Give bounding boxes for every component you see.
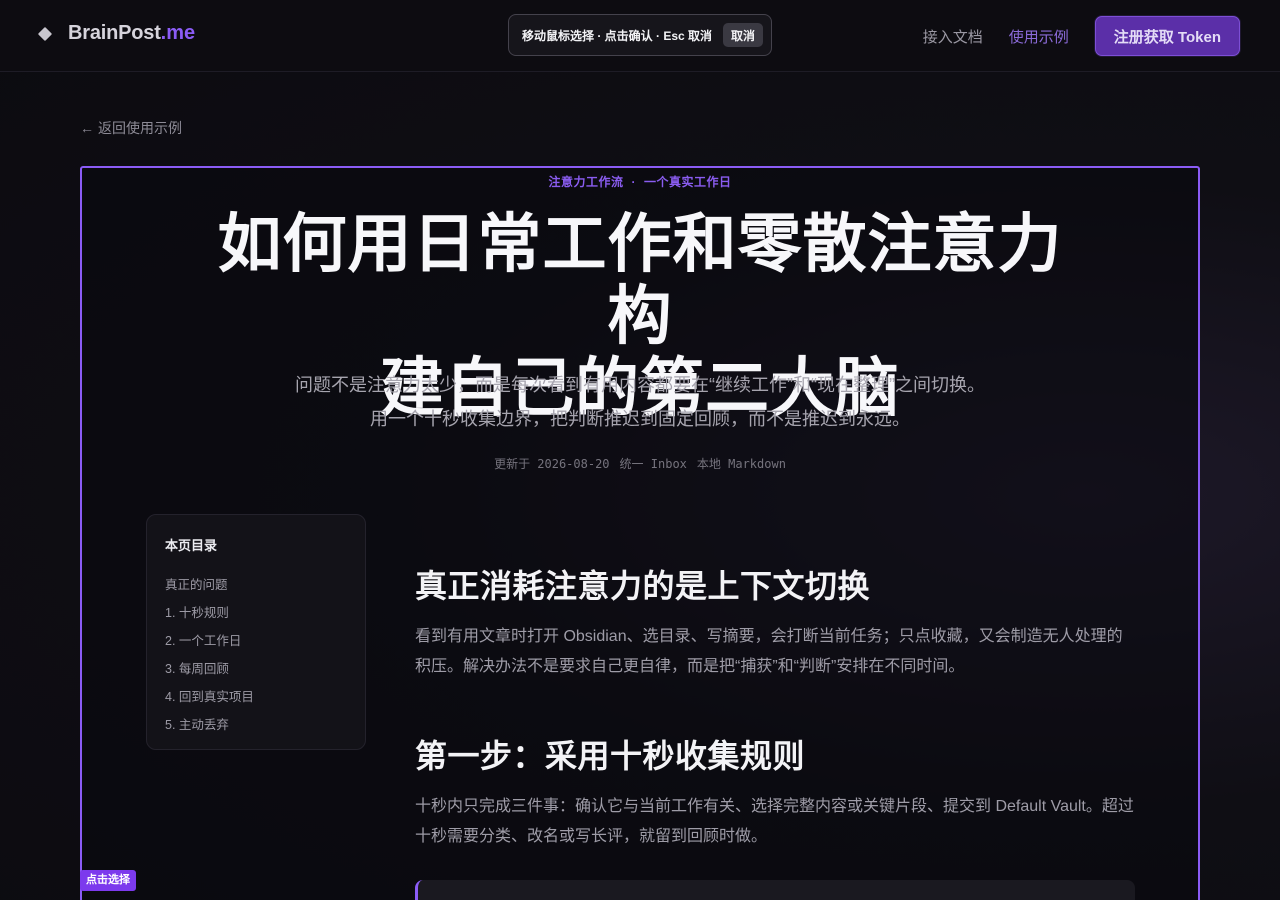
nav-link-docs[interactable]: 接入文档	[923, 26, 983, 47]
callout-block	[415, 880, 1135, 900]
toc-item-discard[interactable]: 5. 主动丢弃	[165, 711, 347, 739]
toc-title: 本页目录	[165, 538, 218, 553]
subtitle-line-2: 用一个十秒收集边界，把判断推迟到固定回顾，而不是推迟到永远。	[370, 409, 910, 429]
section-paragraph: 看到有用文章时打开 Obsidian、选目录、写摘要，会打断当前任务；只点收藏，…	[415, 628, 1123, 675]
kicker-context: 一个真实工作日	[644, 175, 732, 189]
title-line-1: 如何用日常工作和零散注意力构	[217, 208, 1063, 352]
section-heading: 真正消耗注意力的是上下文切换	[415, 568, 871, 604]
article-body: 真正消耗注意力的是上下文切换 看到有用文章时打开 Obsidian、选目录、写摘…	[415, 564, 1135, 852]
meta-inbox: 统一 Inbox	[619, 457, 687, 471]
toc-item-weekly-review[interactable]: 3. 每周回顾	[165, 655, 347, 683]
picker-instructions: 移动鼠标选择 · 点击确认 · Esc 取消	[522, 28, 713, 43]
nav-link-examples[interactable]: 使用示例	[1009, 26, 1069, 47]
brand-name: BrainPost	[68, 22, 161, 44]
arrow-left-icon: ←	[80, 120, 94, 136]
section-context-switching: 真正消耗注意力的是上下文切换 看到有用文章时打开 Obsidian、选目录、写摘…	[415, 564, 1135, 682]
brand-logo[interactable]: BrainPost .me	[37, 22, 196, 45]
element-picker-toast: 移动鼠标选择 · 点击确认 · Esc 取消 取消	[508, 14, 772, 56]
article-meta: 更新于 2026-08-20 统一 Inbox 本地 Markdown	[82, 455, 1198, 472]
toc-item-ten-second-rule[interactable]: 1. 十秒规则	[165, 599, 347, 627]
section-ten-second-rule: 第一步：采用十秒收集规则 十秒内只完成三件事：确认它与当前工作有关、选择完整内容…	[415, 734, 1135, 852]
meta-format: 本地 Markdown	[696, 457, 786, 471]
picker-select-badge: 点击选择	[80, 870, 136, 891]
kicker-separator: ·	[631, 175, 636, 189]
table-of-contents: 本页目录 真正的问题 1. 十秒规则 2. 一个工作日 3. 每周回顾 4. 回…	[146, 514, 366, 750]
back-to-examples-link[interactable]: ← 返回使用示例	[80, 118, 182, 138]
picker-cancel-button[interactable]: 取消	[722, 23, 763, 47]
kicker-topic: 注意力工作流	[548, 175, 624, 189]
nav-links: 接入文档 使用示例 注册获取 Token	[923, 16, 1240, 56]
brand-tld: .me	[160, 22, 196, 44]
meta-updated: 更新于 2026-08-20	[494, 457, 610, 471]
section-paragraph: 十秒内只完成三件事：确认它与当前工作有关、选择完整内容或关键片段、提交到 Def…	[415, 798, 1134, 845]
top-nav: BrainPost .me 移动鼠标选择 · 点击确认 · Esc 取消 取消 接…	[0, 0, 1280, 72]
toc-item-workday[interactable]: 2. 一个工作日	[165, 627, 347, 655]
toc-item-problem[interactable]: 真正的问题	[165, 571, 347, 599]
diamond-icon	[37, 26, 53, 41]
back-link-label: 返回使用示例	[98, 120, 182, 136]
section-heading: 第一步：采用十秒收集规则	[415, 738, 806, 774]
article-kicker: 注意力工作流 · 一个真实工作日	[82, 173, 1198, 190]
subtitle-line-1: 问题不是注意力太少，而是每次看到有用内容都要在“继续工作”和“现在整理”之间切换…	[295, 375, 985, 395]
article-selection-frame[interactable]: 注意力工作流 · 一个真实工作日 如何用日常工作和零散注意力构 建自己的第二大脑 问…	[80, 166, 1200, 900]
signup-token-button[interactable]: 注册获取 Token	[1094, 16, 1240, 56]
toc-item-real-projects[interactable]: 4. 回到真实项目	[165, 683, 347, 711]
article-subtitle: 问题不是注意力太少，而是每次看到有用内容都要在“继续工作”和“现在整理”之间切换…	[162, 368, 1118, 436]
